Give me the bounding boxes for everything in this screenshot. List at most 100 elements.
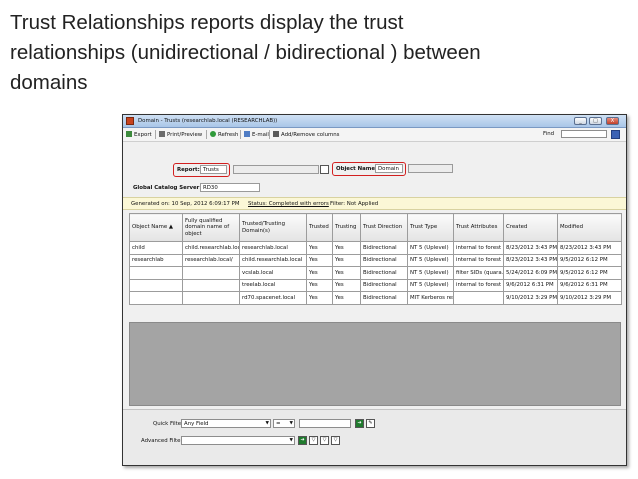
close-button[interactable]: X <box>606 117 619 125</box>
toolbar-divider <box>269 130 270 139</box>
cell-created: 9/6/2012 6:31 PM <box>503 278 558 292</box>
table-row[interactable]: vcslab.local Yes Yes Bidirectional NT 5 (Upl… <box>129 266 622 280</box>
headline-line-3: domains <box>10 71 88 94</box>
columns-icon <box>273 131 279 137</box>
column-header-trust-direction[interactable]: Trust Direction <box>360 213 408 242</box>
print-preview-button[interactable]: Print/Preview <box>159 131 202 138</box>
cell-trust-domain: treelab.local <box>239 278 307 292</box>
empty-grid-area <box>129 322 621 406</box>
cell-trust-direction: Bidirectional <box>360 241 408 255</box>
find-input[interactable] <box>561 130 607 138</box>
app-icon <box>126 117 134 125</box>
printer-icon <box>159 131 165 137</box>
cell-fqdn: child.researchlab.local/ <box>182 241 240 255</box>
headline-line-1: Trust Relationships reports display the … <box>10 11 404 34</box>
cell-fqdn: researchlab.local/ <box>182 253 240 267</box>
add-remove-columns-button[interactable]: Add/Remove columns <box>273 131 340 138</box>
cell-modified: 9/6/2012 6:31 PM <box>557 278 622 292</box>
generated-on-text: Generated on: 10 Sep, 2012 6:09:17 PM <box>131 201 240 207</box>
chevron-down-icon: ▼ <box>265 421 269 426</box>
column-header-object-name[interactable]: Object Name ▲ <box>129 213 183 242</box>
find-label: Find <box>543 131 555 137</box>
find-go-icon[interactable] <box>611 130 620 139</box>
cell-trusted: Yes <box>306 278 333 292</box>
advanced-filters-select[interactable]: ▼ <box>181 436 295 445</box>
cell-trust-direction: Bidirectional <box>360 291 408 305</box>
status-bar: Generated on: 10 Sep, 2012 6:09:17 PM St… <box>123 197 626 210</box>
object-name-field[interactable]: Domain <box>375 164 403 173</box>
cell-trust-attributes: internal to forest <box>453 253 504 267</box>
cell-created: 8/23/2012 3:43 PM <box>503 241 558 255</box>
cell-trust-type: MIT Kerberos res... <box>407 291 454 305</box>
cell-trust-attributes: internal to forest <box>453 241 504 255</box>
table-row[interactable]: treelab.local Yes Yes Bidirectional NT 5 (Up… <box>129 278 622 292</box>
cell-trusting: Yes <box>332 266 361 280</box>
headline-line-2: relationships (unidirectional / bidirect… <box>10 41 481 64</box>
report-extra-field <box>233 165 319 174</box>
cell-trust-domain: researchlab.local <box>239 241 307 255</box>
quick-filter-operator-value: = <box>276 421 281 427</box>
cell-created: 8/23/2012 3:43 PM <box>503 253 558 267</box>
cell-trust-domain: child.researchlab.local <box>239 253 307 267</box>
cell-modified: 9/5/2012 6:12 PM <box>557 266 622 280</box>
table-header-row: Object Name ▲ Fully qualified domain nam… <box>129 213 622 242</box>
cell-trust-type: NT 5 (Uplevel) <box>407 266 454 280</box>
clear-filter-funnel-icon[interactable]: ▽ <box>331 436 340 445</box>
window-titlebar: Domain - Trusts (researchlab.local (RESE… <box>123 115 626 128</box>
email-button[interactable]: E-mail <box>244 131 269 138</box>
global-catalog-field[interactable]: RD30 <box>200 183 260 192</box>
object-name-extra-field <box>408 164 453 173</box>
cell-object-name <box>129 278 183 292</box>
export-label: Export <box>134 132 152 138</box>
export-icon <box>126 131 132 137</box>
export-button[interactable]: Export <box>126 131 152 138</box>
cell-trusting: Yes <box>332 253 361 267</box>
cell-created: 5/24/2012 6:09 PM <box>503 266 558 280</box>
cell-trust-attributes: internal to forest <box>453 278 504 292</box>
slide-headline: Trust Relationships reports display the … <box>10 8 625 98</box>
cell-modified: 9/5/2012 6:12 PM <box>557 253 622 267</box>
cell-object-name: child <box>129 241 183 255</box>
column-header-trust-attributes[interactable]: Trust Attributes <box>453 213 504 242</box>
table-row[interactable]: rd70.spacenet.local Yes Yes Bidirectional MI… <box>129 291 622 305</box>
maximize-button[interactable]: □ <box>589 117 602 125</box>
cell-trusted: Yes <box>306 253 333 267</box>
column-header-trusting[interactable]: Trusting <box>332 213 361 242</box>
filter-funnel-icon[interactable]: ▽ <box>309 436 318 445</box>
minimize-button[interactable]: _ <box>574 117 587 125</box>
print-preview-label: Print/Preview <box>167 132 203 138</box>
apply-filter-icon[interactable]: ➜ <box>355 419 364 428</box>
object-picker-button[interactable] <box>320 165 329 174</box>
edit-filter-icon[interactable]: ✎ <box>366 419 375 428</box>
cell-trusted: Yes <box>306 291 333 305</box>
toolbar: Export Print/Preview Refresh E-mail Add/… <box>123 128 626 142</box>
cell-trust-type: NT 5 (Uplevel) <box>407 278 454 292</box>
apply-advanced-filter-icon[interactable]: ➜ <box>298 436 307 445</box>
email-label: E-mail <box>252 132 269 138</box>
email-icon <box>244 131 250 137</box>
refresh-button[interactable]: Refresh <box>210 131 238 138</box>
column-header-trusted-trusting-domains[interactable]: Trusted/Trusting Domain(s) <box>239 213 307 242</box>
quick-filter-operator-select[interactable]: = ▼ <box>273 419 295 428</box>
status-link[interactable]: Status: Completed with errors <box>248 201 329 207</box>
column-header-trust-type[interactable]: Trust Type <box>407 213 454 242</box>
cell-trusting: Yes <box>332 291 361 305</box>
column-header-created[interactable]: Created <box>503 213 558 242</box>
cell-object-name <box>129 266 183 280</box>
report-field[interactable]: Trusts <box>200 165 227 174</box>
quick-filter-value-input[interactable] <box>299 419 351 428</box>
table-row[interactable]: childchild.researchlab.local/researchlab… <box>129 241 622 255</box>
refresh-icon <box>210 131 216 137</box>
cell-trusting: Yes <box>332 241 361 255</box>
column-header-trusted[interactable]: Trusted <box>306 213 333 242</box>
quick-filter-field-select[interactable]: Any Field ▼ <box>181 419 271 428</box>
filter-funnel-icon[interactable]: ▽ <box>320 436 329 445</box>
column-header-fqdn[interactable]: Fully qualified domain name of object <box>182 213 240 242</box>
filter-status-text: Filter: Not Applied <box>330 201 379 207</box>
chevron-down-icon: ▼ <box>289 421 293 426</box>
table-row[interactable]: researchlab researchlab.local/child.resea… <box>129 253 622 267</box>
add-remove-columns-label: Add/Remove columns <box>281 132 340 138</box>
cell-modified: 8/23/2012 3:43 PM <box>557 241 622 255</box>
column-header-modified[interactable]: Modified <box>557 213 622 242</box>
cell-trusting: Yes <box>332 278 361 292</box>
